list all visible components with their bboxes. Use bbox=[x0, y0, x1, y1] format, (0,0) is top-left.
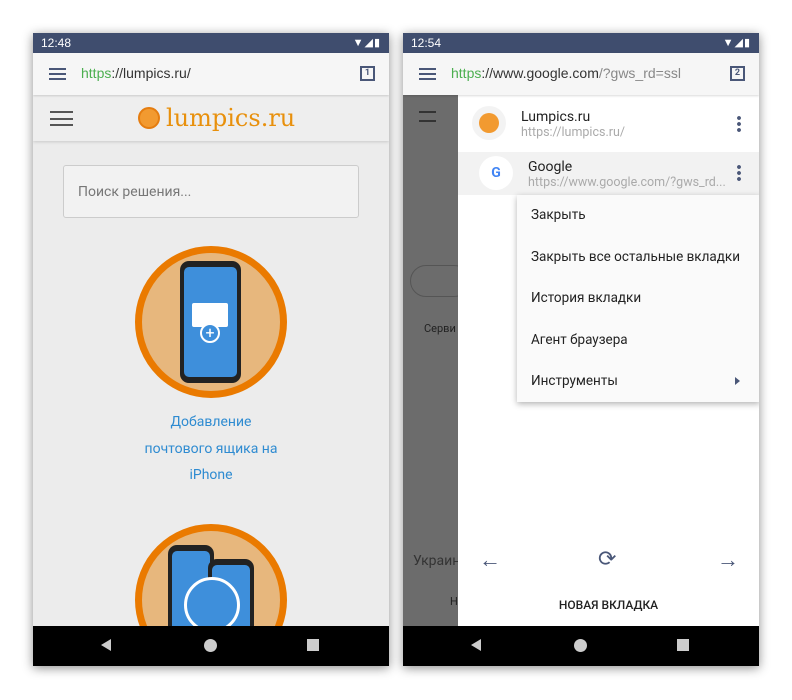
article-link[interactable]: Добавление почтового ящика на iPhone bbox=[33, 409, 389, 489]
menu-icon[interactable] bbox=[49, 68, 66, 80]
right-phone-screen: 12:54 ▼◢▮ https://www.google.com/?gws_rd=… bbox=[403, 33, 759, 666]
back-nav-icon[interactable] bbox=[471, 639, 481, 651]
lumpics-favicon bbox=[472, 106, 506, 140]
status-bar: 12:54 ▼◢▮ bbox=[403, 33, 759, 53]
page-menu-icon bbox=[419, 111, 436, 122]
menu-item-close-others[interactable]: Закрыть все остальные вкладки bbox=[517, 237, 759, 279]
home-nav-icon[interactable] bbox=[204, 639, 217, 652]
plus-icon: + bbox=[200, 323, 220, 343]
google-favicon: G bbox=[479, 156, 513, 190]
tab-item[interactable]: Lumpics.ru https://lumpics.ru/ bbox=[458, 95, 759, 152]
android-nav-bar bbox=[403, 626, 759, 666]
site-header: lumpics.ru bbox=[33, 95, 389, 141]
status-time: 12:54 bbox=[411, 36, 442, 50]
menu-item-user-agent[interactable]: Агент браузера bbox=[517, 320, 759, 362]
status-time: 12:48 bbox=[41, 36, 72, 50]
back-arrow-icon[interactable]: ← bbox=[479, 547, 501, 573]
recents-nav-icon[interactable] bbox=[307, 639, 319, 651]
tabs-drawer: Lumpics.ru https://lumpics.ru/ G Google … bbox=[458, 95, 759, 626]
home-nav-icon[interactable] bbox=[574, 639, 587, 652]
menu-item-tools[interactable]: Инструменты bbox=[517, 361, 759, 403]
article-image[interactable]: + bbox=[135, 246, 287, 398]
bg-text: Серви bbox=[424, 322, 456, 335]
status-icons: ▼◢▮ bbox=[722, 37, 751, 49]
site-menu-icon[interactable] bbox=[50, 111, 73, 126]
status-icons: ▼◢▮ bbox=[352, 37, 381, 49]
android-nav-bar bbox=[33, 626, 389, 666]
tab-context-menu: Закрыть Закрыть все остальные вкладки Ис… bbox=[517, 195, 759, 402]
back-nav-icon[interactable] bbox=[101, 639, 111, 651]
recents-nav-icon[interactable] bbox=[677, 639, 689, 651]
menu-item-tab-history[interactable]: История вкладки bbox=[517, 278, 759, 320]
browser-toolbar: https://lumpics.ru/ 1 bbox=[33, 53, 389, 95]
address-bar[interactable]: https://lumpics.ru/ bbox=[81, 65, 191, 81]
forward-arrow-icon[interactable]: → bbox=[717, 547, 739, 573]
submenu-arrow-icon bbox=[735, 377, 740, 385]
envelope-icon bbox=[184, 577, 240, 633]
dimmed-page[interactable]: Серви Украин Н bbox=[403, 95, 470, 626]
new-tab-button[interactable]: НОВАЯ ВКЛАДКА bbox=[458, 598, 759, 612]
reload-icon[interactable]: ⟳ bbox=[598, 547, 616, 572]
menu-icon[interactable] bbox=[419, 68, 436, 80]
tab-more-icon[interactable] bbox=[737, 115, 741, 133]
browser-toolbar: https://www.google.com/?gws_rd=ssl 2 bbox=[403, 53, 759, 95]
orange-logo-icon bbox=[138, 107, 160, 129]
left-phone-screen: 12:48 ▼◢▮ https://lumpics.ru/ 1 lumpics.r… bbox=[33, 33, 389, 666]
menu-item-close[interactable]: Закрыть bbox=[517, 195, 759, 237]
site-search-input[interactable]: Поиск решения... bbox=[63, 165, 359, 218]
address-bar[interactable]: https://www.google.com/?gws_rd=ssl bbox=[451, 65, 681, 81]
bg-text: Украин bbox=[413, 553, 461, 569]
status-bar: 12:48 ▼◢▮ bbox=[33, 33, 389, 53]
site-logo[interactable]: lumpics.ru bbox=[138, 104, 295, 132]
tab-count-button[interactable]: 2 bbox=[730, 66, 745, 81]
bg-text: Н bbox=[450, 595, 458, 608]
tab-item-active[interactable]: G Google https://www.google.com/?gws_rd.… bbox=[458, 152, 759, 195]
tab-count-button[interactable]: 1 bbox=[360, 66, 375, 81]
tab-more-icon[interactable] bbox=[737, 164, 741, 182]
